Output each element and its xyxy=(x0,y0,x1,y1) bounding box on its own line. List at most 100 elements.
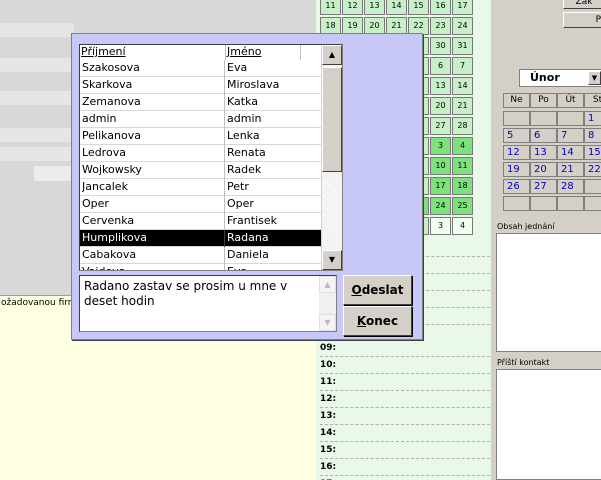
month-day-cell[interactable] xyxy=(530,196,557,211)
calendar-day-cell[interactable]: 10 xyxy=(430,157,451,175)
calendar-day-cell[interactable]: 20 xyxy=(430,97,451,115)
month-day-cell[interactable]: 1 xyxy=(584,111,601,126)
time-slot[interactable]: 16: xyxy=(320,459,490,476)
time-slot[interactable]: 14: xyxy=(320,425,490,442)
calendar-day-cell[interactable]: 17 xyxy=(452,0,473,15)
calendar-day-cell[interactable]: 21 xyxy=(452,97,473,115)
calendar-day-cell[interactable]: 23 xyxy=(430,17,451,35)
month-day-cell[interactable] xyxy=(557,196,584,211)
calendar-day-cell[interactable]: 28 xyxy=(452,117,473,135)
table-row[interactable]: Pelikanova Lenka xyxy=(80,128,321,145)
top-button-1[interactable]: Zak xyxy=(563,0,601,9)
message-input[interactable]: Radano zastav se prosim u mne v deset ho… xyxy=(79,275,337,332)
table-row[interactable]: Szakosova Eva xyxy=(80,60,321,77)
month-day-cell[interactable] xyxy=(530,111,557,126)
weekday-header: St xyxy=(584,93,601,108)
send-button[interactable]: Odeslat xyxy=(343,275,412,305)
month-day-cell[interactable]: 27 xyxy=(530,179,557,194)
close-button-label: Konec xyxy=(356,314,399,328)
calendar-day-cell[interactable]: 25 xyxy=(452,197,473,215)
table-row[interactable]: Oper Oper xyxy=(80,196,321,213)
column-header-surname[interactable]: Příjmení xyxy=(80,45,226,60)
month-day-cell[interactable]: 14 xyxy=(557,145,584,160)
pristi-textarea[interactable] xyxy=(496,369,601,480)
left-strip xyxy=(0,128,74,142)
month-day-cell[interactable] xyxy=(584,196,601,211)
month-day-cell[interactable]: 20 xyxy=(530,162,557,177)
obsah-textarea[interactable] xyxy=(496,233,601,352)
message-scrollbar[interactable]: ▲ ▼ xyxy=(319,276,336,331)
month-day-cell[interactable]: 28 xyxy=(557,179,584,194)
scroll-down-icon[interactable]: ▼ xyxy=(319,314,336,331)
table-row[interactable]: Skarkova Miroslava xyxy=(80,77,321,94)
month-day-cell[interactable]: 12 xyxy=(503,145,530,160)
time-slot[interactable]: 17: xyxy=(320,476,490,480)
scroll-up-icon[interactable]: ▲ xyxy=(322,45,342,65)
surname-cell: Skarkova xyxy=(82,77,225,94)
table-row[interactable]: Cervenka Frantisek xyxy=(80,213,321,230)
calendar-day-cell[interactable]: 11 xyxy=(320,0,341,15)
scroll-down-icon[interactable]: ▼ xyxy=(322,250,342,270)
time-slot[interactable]: 11: xyxy=(320,374,490,391)
month-day-cell[interactable] xyxy=(503,111,530,126)
calendar-day-cell[interactable]: 4 xyxy=(452,137,473,155)
calendar-day-cell[interactable]: 14 xyxy=(386,0,407,15)
surname-cell: Ledrova xyxy=(82,145,225,162)
calendar-day-cell[interactable]: 14 xyxy=(452,77,473,95)
calendar-day-cell[interactable]: 13 xyxy=(364,0,385,15)
month-day-cell[interactable]: 21 xyxy=(557,162,584,177)
message-text[interactable]: Radano zastav se prosim u mne v deset ho… xyxy=(84,279,314,309)
table-row[interactable]: Humplikova Radana xyxy=(80,230,321,247)
month-day-cell[interactable]: 13 xyxy=(530,145,557,160)
calendar-day-cell[interactable]: 31 xyxy=(452,37,473,55)
calendar-day-cell[interactable]: 24 xyxy=(430,197,451,215)
table-row[interactable]: VajdovaEva xyxy=(80,264,321,270)
time-slot[interactable]: 09: xyxy=(320,340,490,357)
calendar-day-cell[interactable]: 30 xyxy=(430,37,451,55)
calendar-day-cell[interactable]: 24 xyxy=(452,17,473,35)
surname-cell: Humplikova xyxy=(82,230,225,247)
time-slot[interactable]: 13: xyxy=(320,408,490,425)
calendar-day-cell[interactable]: 7 xyxy=(452,57,473,75)
month-day-cell[interactable] xyxy=(584,179,601,194)
month-day-cell[interactable]: 22 xyxy=(584,162,601,177)
month-day-cell[interactable]: 6 xyxy=(530,128,557,143)
month-day-cell[interactable] xyxy=(503,196,530,211)
chevron-down-icon[interactable]: ▼ xyxy=(588,71,601,85)
calendar-day-cell[interactable]: 16 xyxy=(430,0,451,15)
calendar-day-cell[interactable]: 27 xyxy=(430,117,451,135)
month-day-cell[interactable]: 15 xyxy=(584,145,601,160)
month-day-cell[interactable]: 8 xyxy=(584,128,601,143)
calendar-day-cell[interactable]: 13 xyxy=(430,77,451,95)
calendar-day-cell[interactable]: 12 xyxy=(342,0,363,15)
table-row[interactable]: Ledrova Renata xyxy=(80,145,321,162)
calendar-day-cell[interactable]: 11 xyxy=(452,157,473,175)
list-scrollbar[interactable]: ▲ ▼ xyxy=(321,45,342,270)
top-button-2[interactable]: P xyxy=(563,12,601,28)
calendar-day-cell[interactable]: 3 xyxy=(430,137,451,155)
table-row[interactable]: Zemanova Katka xyxy=(80,94,321,111)
scroll-thumb[interactable] xyxy=(322,67,342,172)
user-list[interactable]: Příjmení Jméno Szakosova Eva Skarkova Miros… xyxy=(79,44,343,271)
month-day-cell[interactable]: 19 xyxy=(503,162,530,177)
time-slot[interactable]: 12: xyxy=(320,391,490,408)
month-day-cell[interactable]: 7 xyxy=(557,128,584,143)
table-row[interactable]: Cabakova Daniela xyxy=(80,247,321,264)
calendar-day-cell[interactable]: 15 xyxy=(408,0,429,15)
calendar-day-cell[interactable]: 18 xyxy=(452,177,473,195)
table-row[interactable]: admin admin xyxy=(80,111,321,128)
month-day-cell[interactable]: 26 xyxy=(503,179,530,194)
calendar-day-cell[interactable]: 4 xyxy=(452,217,473,235)
calendar-day-cell[interactable]: 6 xyxy=(430,57,451,75)
close-button[interactable]: Konec xyxy=(343,306,412,336)
month-day-cell[interactable]: 5 xyxy=(503,128,530,143)
table-row[interactable]: Jancalek Petr xyxy=(80,179,321,196)
calendar-day-cell[interactable]: 3 xyxy=(430,217,451,235)
time-slot[interactable]: 15: xyxy=(320,442,490,459)
calendar-day-cell[interactable]: 17 xyxy=(430,177,451,195)
column-header-name[interactable]: Jméno xyxy=(226,45,301,60)
scroll-up-icon[interactable]: ▲ xyxy=(319,276,336,293)
table-row[interactable]: Wojkowsky Radek xyxy=(80,162,321,179)
time-slot[interactable]: 10: xyxy=(320,357,490,374)
month-day-cell[interactable] xyxy=(557,111,584,126)
